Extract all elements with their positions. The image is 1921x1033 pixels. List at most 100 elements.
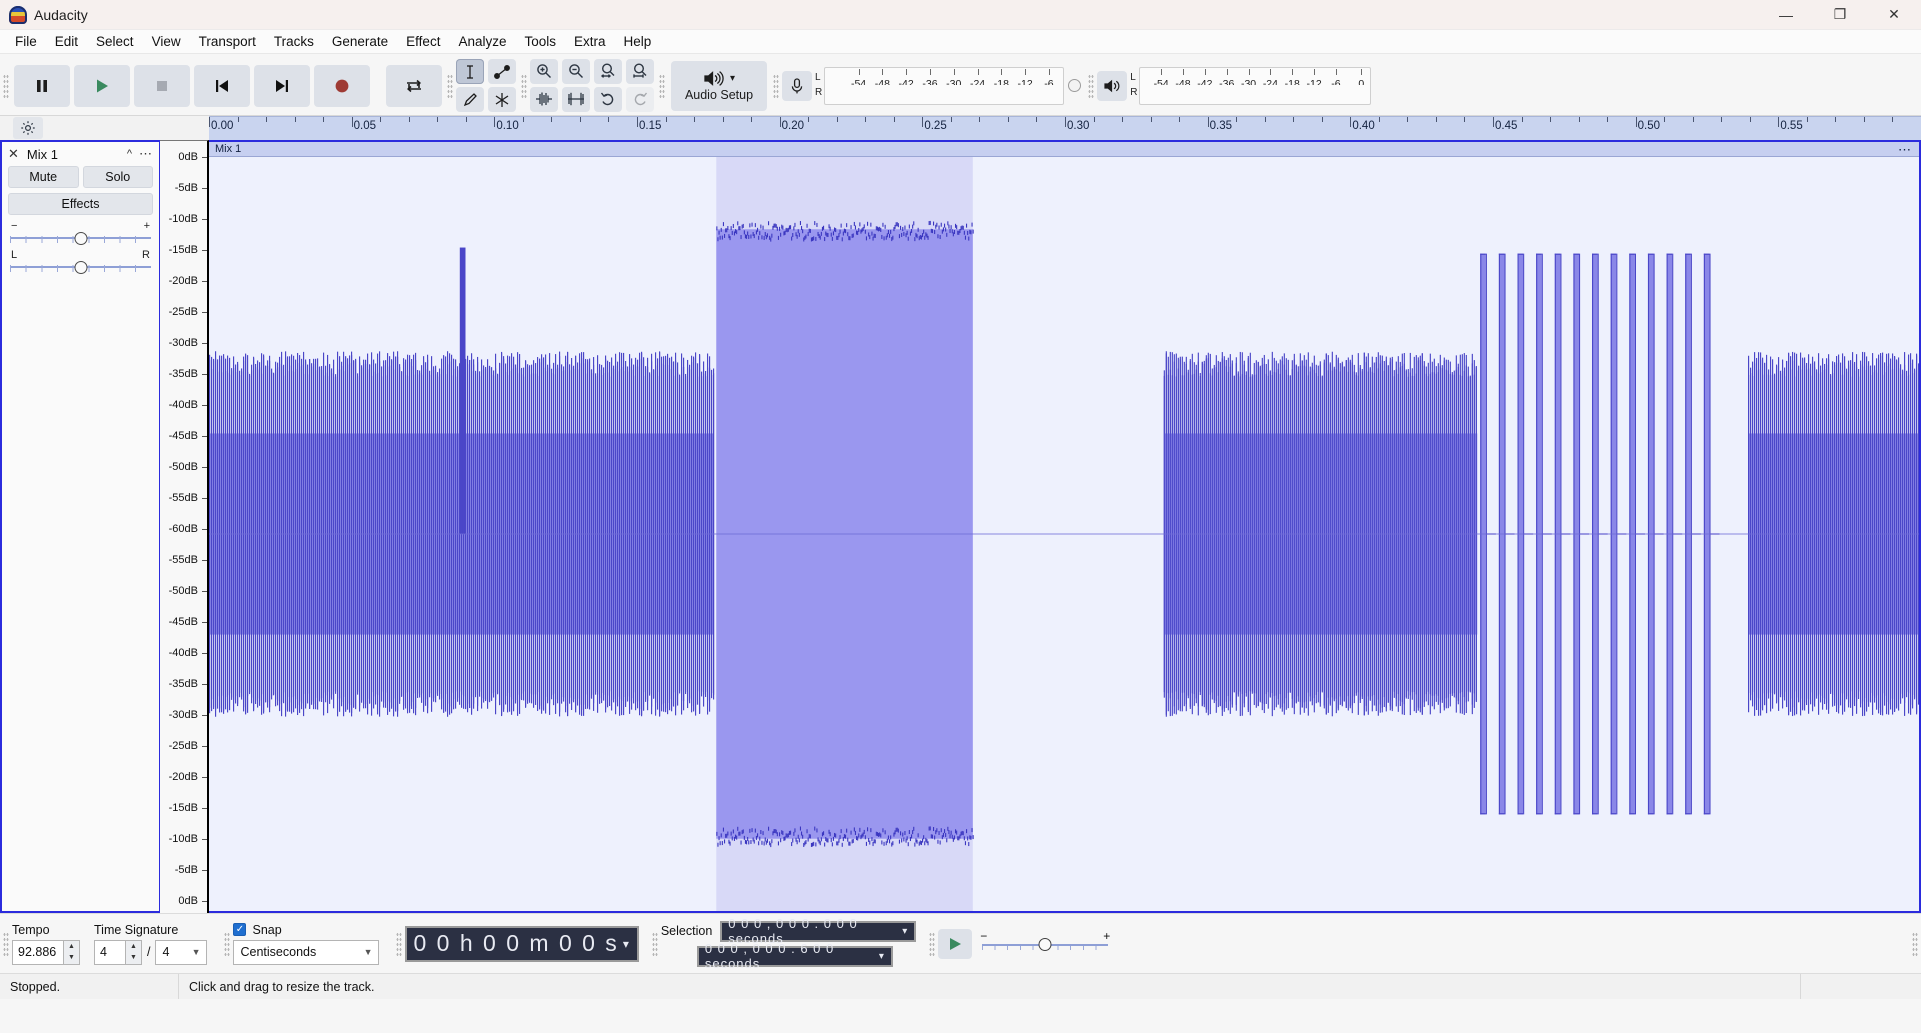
- effects-button[interactable]: Effects: [8, 193, 153, 215]
- vertical-db-ruler[interactable]: 0dB-5dB-10dB-15dB-20dB-25dB-30dB-35dB-40…: [160, 140, 209, 913]
- waveform-edge: [907, 836, 908, 840]
- playback-meter[interactable]: L R -54 -48 -42 -36 -30 -24 -18 -12 -6 0: [1097, 63, 1371, 109]
- bottom-toolbar-dock: Tempo 92.886 ▲▼ Time Signature 4 ▲▼ / 4 …: [0, 913, 1921, 973]
- waveform-edge: [792, 838, 793, 842]
- selection-end-display[interactable]: 0 0 0 , 0 0 0 . 6 0 0 seconds ▾: [697, 946, 893, 967]
- time-signature-upper-input[interactable]: 4: [94, 940, 126, 965]
- audio-setup-grabber[interactable]: [656, 56, 668, 115]
- selection-end-caret-icon[interactable]: ▾: [879, 951, 885, 962]
- menu-tools[interactable]: Tools: [515, 32, 565, 51]
- fit-selection-button[interactable]: [594, 59, 622, 84]
- mute-button[interactable]: Mute: [8, 166, 79, 188]
- selection-start-display[interactable]: 0 0 0 , 0 0 0 . 0 0 0 seconds ▾: [720, 921, 916, 942]
- recording-meter-grabber[interactable]: [770, 56, 782, 115]
- waveform-edge: [719, 231, 720, 235]
- close-button[interactable]: ✕: [1867, 0, 1921, 29]
- maximize-button[interactable]: ❐: [1813, 0, 1867, 29]
- waveform-edge: [882, 828, 883, 832]
- pan-slider-thumb[interactable]: [74, 261, 87, 274]
- playback-speed-slider[interactable]: − +: [980, 931, 1110, 957]
- time-signature-grabber[interactable]: [0, 914, 12, 973]
- silence-audio-button[interactable]: [562, 87, 590, 112]
- zoom-in-button[interactable]: [530, 59, 558, 84]
- undo-button[interactable]: [594, 87, 622, 112]
- bottom-dock-end-grabber[interactable]: [1909, 914, 1921, 973]
- chevron-up-icon[interactable]: ^: [127, 148, 132, 160]
- timeline-tick-label: 0.15: [639, 120, 661, 132]
- menu-transport[interactable]: Transport: [190, 32, 265, 51]
- pause-button[interactable]: [14, 65, 70, 107]
- record-button[interactable]: [314, 65, 370, 107]
- snapping-grabber[interactable]: [221, 914, 233, 973]
- pan-slider[interactable]: [10, 261, 151, 273]
- selection-tool-button[interactable]: [456, 59, 484, 84]
- menu-tracks[interactable]: Tracks: [265, 32, 323, 51]
- envelope-tool-button[interactable]: [488, 59, 516, 84]
- menu-generate[interactable]: Generate: [323, 32, 397, 51]
- skip-to-start-button[interactable]: [194, 65, 250, 107]
- tools-toolbar-grabber[interactable]: [444, 56, 456, 115]
- tempo-input[interactable]: 92.886: [12, 940, 64, 965]
- menu-select[interactable]: Select: [87, 32, 143, 51]
- play-at-speed-grabber[interactable]: [926, 914, 938, 973]
- menu-edit[interactable]: Edit: [46, 32, 87, 51]
- solo-button[interactable]: Solo: [83, 166, 154, 188]
- zoom-out-button[interactable]: [562, 59, 590, 84]
- audio-position-grabber[interactable]: [393, 914, 405, 973]
- speaker-meter-icon[interactable]: [1097, 71, 1127, 101]
- loop-button[interactable]: [386, 65, 442, 107]
- playback-meter-grabber[interactable]: [1085, 56, 1097, 115]
- audio-position-display[interactable]: 0 0 h 0 0 m 0 0 s ▾: [405, 926, 638, 962]
- clip-menu-dots-icon[interactable]: ⋯: [1898, 142, 1911, 158]
- trim-audio-button[interactable]: [530, 87, 558, 112]
- recording-meter[interactable]: L R -54 -48 -42 -36 -30 -24 -18 -12 -6: [782, 63, 1085, 109]
- waveform-edge: [890, 230, 891, 234]
- menu-analyze[interactable]: Analyze: [449, 32, 515, 51]
- selection-grabber[interactable]: [649, 914, 661, 973]
- waveform-edge: [804, 236, 805, 240]
- draw-tool-button[interactable]: [456, 87, 484, 112]
- time-signature-upper-stepper[interactable]: ▲▼: [126, 940, 142, 965]
- playback-speed-thumb[interactable]: [1039, 938, 1052, 951]
- audio-position-caret-icon[interactable]: ▾: [623, 937, 631, 951]
- waveform-track[interactable]: Mix 1 ⋯: [209, 140, 1921, 913]
- play-button[interactable]: [74, 65, 130, 107]
- menu-view[interactable]: View: [143, 32, 190, 51]
- waveform-edge: [739, 832, 740, 836]
- multi-tool-button[interactable]: [488, 87, 516, 112]
- menu-file[interactable]: File: [6, 32, 46, 51]
- snap-checkbox[interactable]: ✓: [233, 923, 246, 936]
- snap-unit-select[interactable]: Centiseconds ▼: [233, 940, 379, 965]
- waveform-edge: [798, 229, 799, 233]
- timeline-ruler[interactable]: 0.000.050.100.150.200.250.300.350.400.45…: [209, 116, 1921, 140]
- gain-slider-row: − +: [2, 215, 159, 244]
- skip-to-end-button[interactable]: [254, 65, 310, 107]
- edit-toolbar-grabber[interactable]: [518, 56, 530, 115]
- stop-button[interactable]: [134, 65, 190, 107]
- redo-button[interactable]: [626, 87, 654, 112]
- audio-setup-button[interactable]: ▾ Audio Setup: [671, 61, 767, 111]
- track-control-panel[interactable]: ✕ Mix 1 ^ ⋯ Mute Solo Effects − + L: [0, 140, 160, 913]
- menu-extra[interactable]: Extra: [565, 32, 615, 51]
- menu-effect[interactable]: Effect: [397, 32, 449, 51]
- timeline-options-gear-icon[interactable]: [13, 117, 43, 139]
- close-track-icon[interactable]: ✕: [8, 146, 19, 162]
- minimize-button[interactable]: —: [1759, 0, 1813, 29]
- waveform-edge: [926, 234, 927, 238]
- title-bar: Audacity — ❐ ✕: [0, 0, 1921, 30]
- tempo-stepper[interactable]: ▲▼: [64, 940, 80, 965]
- microphone-icon[interactable]: [782, 71, 812, 101]
- transport-toolbar-grabber[interactable]: [0, 56, 12, 115]
- track-title[interactable]: Mix 1: [27, 147, 58, 162]
- waveform-edge: [771, 234, 772, 238]
- menu-help[interactable]: Help: [615, 32, 661, 51]
- selection-start-caret-icon[interactable]: ▾: [902, 926, 908, 937]
- time-signature-lower-select[interactable]: 4 ▼: [155, 940, 207, 965]
- timeline-minor-tick: [1379, 117, 1380, 122]
- fit-project-button[interactable]: [626, 59, 654, 84]
- waveform-canvas[interactable]: [209, 157, 1919, 911]
- track-menu-dots-icon[interactable]: ⋯: [139, 146, 153, 162]
- gain-slider[interactable]: [10, 232, 151, 244]
- play-at-speed-button[interactable]: [938, 929, 972, 959]
- clip-title-bar[interactable]: Mix 1 ⋯: [209, 142, 1919, 157]
